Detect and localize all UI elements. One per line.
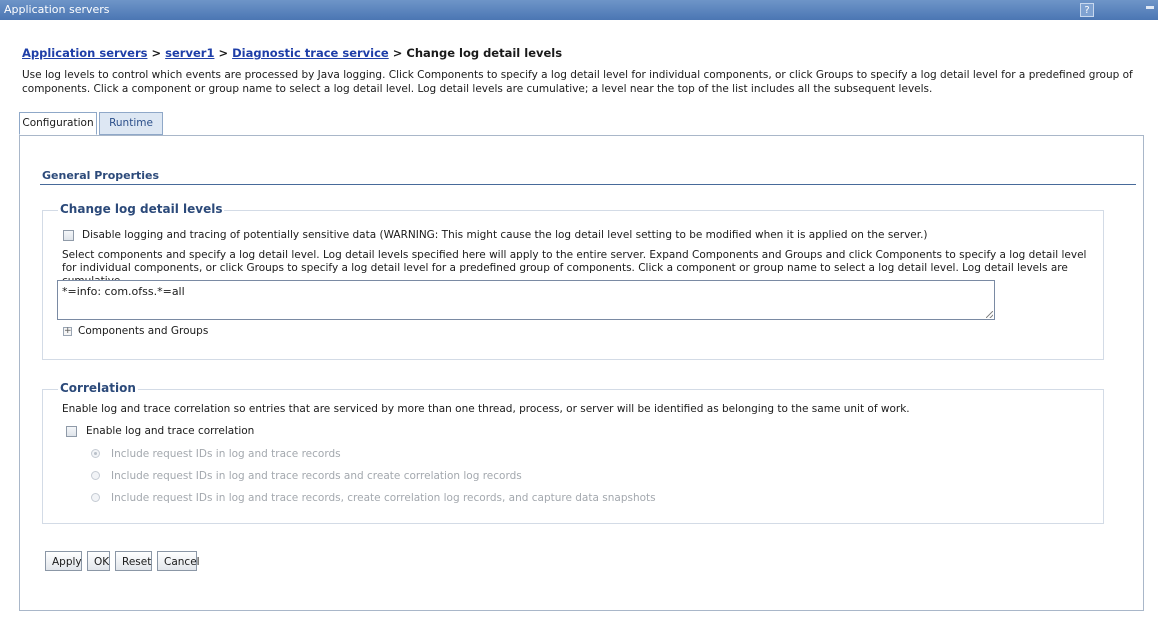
disable-sensitive-logging-label: Disable logging and tracing of potential… (82, 229, 928, 241)
help-icon[interactable]: ? (1080, 3, 1094, 17)
log-detail-spec-value: *=info: com.ofss.*=all (62, 285, 185, 298)
window-title: Application servers (4, 3, 110, 16)
breadcrumb: Application servers > server1 > Diagnost… (22, 46, 562, 60)
breadcrumb-separator: > (218, 46, 229, 60)
correlation-legend: Correlation (58, 381, 138, 395)
log-detail-spec-textarea[interactable]: *=info: com.ofss.*=all (57, 280, 995, 320)
ok-button[interactable]: OK (87, 551, 110, 571)
log-levels-legend: Change log detail levels (58, 202, 225, 216)
general-properties-heading: General Properties (42, 169, 160, 182)
correlation-option-2-label: Include request IDs in log and trace rec… (111, 470, 522, 482)
correlation-option-3-label: Include request IDs in log and trace rec… (111, 492, 656, 504)
resize-grip-icon[interactable] (986, 311, 993, 318)
page-description: Use log levels to control which events a… (22, 69, 1133, 95)
breadcrumb-separator: > (151, 46, 162, 60)
components-and-groups-link[interactable]: Components and Groups (78, 325, 208, 337)
apply-button[interactable]: Apply (45, 551, 82, 571)
tab-runtime[interactable]: Runtime (99, 112, 163, 135)
minimize-icon[interactable] (1146, 6, 1154, 9)
breadcrumb-link-diagnostic-trace-service[interactable]: Diagnostic trace service (232, 46, 389, 60)
correlation-description: Enable log and trace correlation so entr… (62, 403, 910, 415)
window-title-bar: Application servers ? (0, 0, 1158, 20)
correlation-option-3-radio[interactable] (91, 493, 100, 502)
breadcrumb-link-application-servers[interactable]: Application servers (22, 46, 147, 60)
enable-correlation-checkbox[interactable] (66, 426, 77, 437)
breadcrumb-link-server1[interactable]: server1 (165, 46, 214, 60)
general-properties-divider (40, 184, 1136, 185)
tab-configuration[interactable]: Configuration (19, 112, 97, 135)
enable-correlation-label: Enable log and trace correlation (86, 425, 255, 437)
breadcrumb-current: Change log detail levels (406, 46, 563, 60)
expand-plus-icon[interactable]: + (63, 327, 72, 336)
correlation-option-2-radio[interactable] (91, 471, 100, 480)
correlation-option-1-radio[interactable] (91, 449, 100, 458)
breadcrumb-separator: > (392, 46, 403, 60)
correlation-option-1-label: Include request IDs in log and trace rec… (111, 448, 341, 460)
reset-button[interactable]: Reset (115, 551, 152, 571)
disable-sensitive-logging-checkbox[interactable] (63, 230, 74, 241)
cancel-button[interactable]: Cancel (157, 551, 200, 571)
